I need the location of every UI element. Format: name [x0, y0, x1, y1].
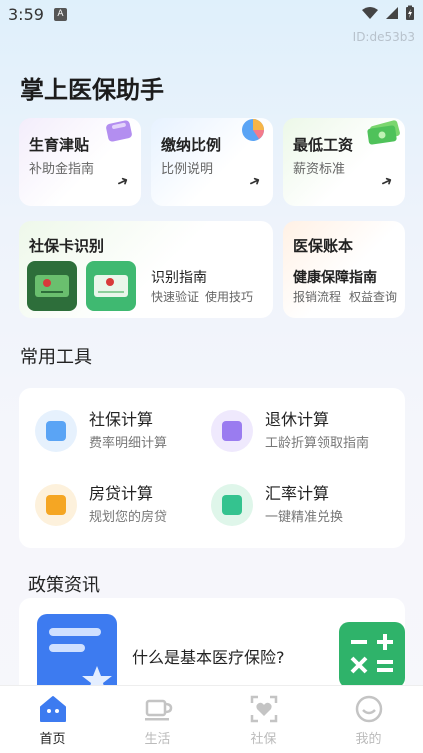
tab-home[interactable]: 首页	[0, 686, 105, 753]
arrow-icon: ➜	[378, 172, 396, 192]
tool-name: 汇率计算	[265, 484, 330, 503]
money-icon	[367, 120, 400, 145]
tab-mine[interactable]: 我的	[316, 686, 421, 753]
birth-allowance-card[interactable]: 生育津贴 补助金指南 ➜	[19, 118, 141, 206]
card-subtitle: 薪资标准	[293, 162, 346, 177]
tab-label: 首页	[39, 732, 66, 747]
mortgage-calc-icon	[35, 484, 77, 526]
card-subtitle: 比例说明	[161, 162, 214, 177]
tab-social[interactable]: 社保	[211, 686, 316, 753]
news-item-title: 什么是基本医疗保险?	[132, 648, 285, 667]
tab-label: 生活	[144, 732, 171, 747]
medical-account-card[interactable]: 医保账本 健康保障指南 报销流程 权益查询	[283, 221, 405, 318]
tab-label: 社保	[250, 732, 277, 747]
news-card[interactable]: 什么是基本医疗保险?	[19, 598, 405, 698]
device-id: ID:de53b3	[352, 30, 415, 44]
status-icons	[361, 5, 415, 21]
card-title: 生育津贴	[29, 136, 90, 154]
status-time: 3:59	[8, 5, 44, 24]
tab-life[interactable]: 生活	[105, 686, 210, 753]
wifi-icon	[362, 7, 378, 19]
card-title: 最低工资	[293, 136, 354, 154]
exchange-calc-icon	[211, 484, 253, 526]
social-calc-tool[interactable]: 社保计算 费率明细计算	[19, 402, 209, 462]
card-title: 医保账本	[293, 237, 354, 255]
tools-card: 社保计算 费率明细计算 退休计算 工龄折算领取指南 房贷计算 规划您的房贷 汇率…	[19, 388, 405, 548]
guide-title: 健康保障指南	[293, 270, 377, 286]
tools-section-title: 常用工具	[20, 347, 92, 368]
status-bar: 3:59 A	[0, 0, 423, 30]
exchange-calc-tool[interactable]: 汇率计算 一键精准兑换	[195, 476, 385, 536]
arrow-icon: ➜	[114, 172, 132, 192]
guide-title: 识别指南	[151, 270, 207, 286]
card-title: 社保卡识别	[29, 237, 105, 255]
guide-sub-1: 报销流程	[293, 290, 342, 304]
retire-calc-tool[interactable]: 退休计算 工龄折算领取指南	[195, 402, 385, 462]
card-title: 缴纳比例	[161, 136, 222, 154]
tool-name: 房贷计算	[89, 484, 154, 503]
bottom-tab-bar: 首页 生活 社保 我的	[0, 685, 423, 753]
tab-label: 我的	[355, 732, 382, 747]
mortgage-calc-tool[interactable]: 房贷计算 规划您的房贷	[19, 476, 209, 536]
gift-icon	[106, 120, 132, 142]
tool-desc: 工龄折算领取指南	[265, 436, 370, 451]
social-calc-icon	[35, 410, 77, 452]
tool-name: 退休计算	[265, 410, 330, 429]
page-title: 掌上医保助手	[20, 76, 164, 104]
contribution-ratio-card[interactable]: 缴纳比例 比例说明 ➜	[151, 118, 273, 206]
guide-sub-1: 快速验证	[151, 290, 200, 304]
retire-calc-icon	[211, 410, 253, 452]
minimum-wage-card[interactable]: 最低工资 薪资标准 ➜	[283, 118, 405, 206]
green-card-icon	[27, 261, 77, 311]
cup-icon	[145, 699, 173, 721]
light-card-icon	[86, 261, 136, 311]
tool-name: 社保计算	[89, 410, 154, 429]
home-icon	[40, 696, 66, 722]
battery-icon	[406, 5, 414, 20]
guide-sub-2: 使用技巧	[205, 290, 254, 304]
guide-sub-2: 权益查询	[349, 290, 398, 304]
news-section-title: 政策资讯	[28, 575, 100, 596]
tool-desc: 一键精准兑换	[265, 510, 344, 525]
tool-desc: 费率明细计算	[89, 436, 168, 451]
heart-frame-icon	[250, 695, 278, 723]
tool-desc: 规划您的房贷	[89, 510, 168, 525]
signal-icon	[386, 7, 398, 19]
calculator-icon	[339, 622, 405, 688]
pie-chart-icon	[242, 119, 264, 141]
notification-a-icon: A	[54, 8, 67, 21]
smile-icon	[355, 695, 383, 723]
card-subtitle: 补助金指南	[29, 162, 95, 177]
social-card-recognition-card[interactable]: 社保卡识别 识别指南 快速验证 使用技巧	[19, 221, 273, 318]
arrow-icon: ➜	[246, 172, 264, 192]
